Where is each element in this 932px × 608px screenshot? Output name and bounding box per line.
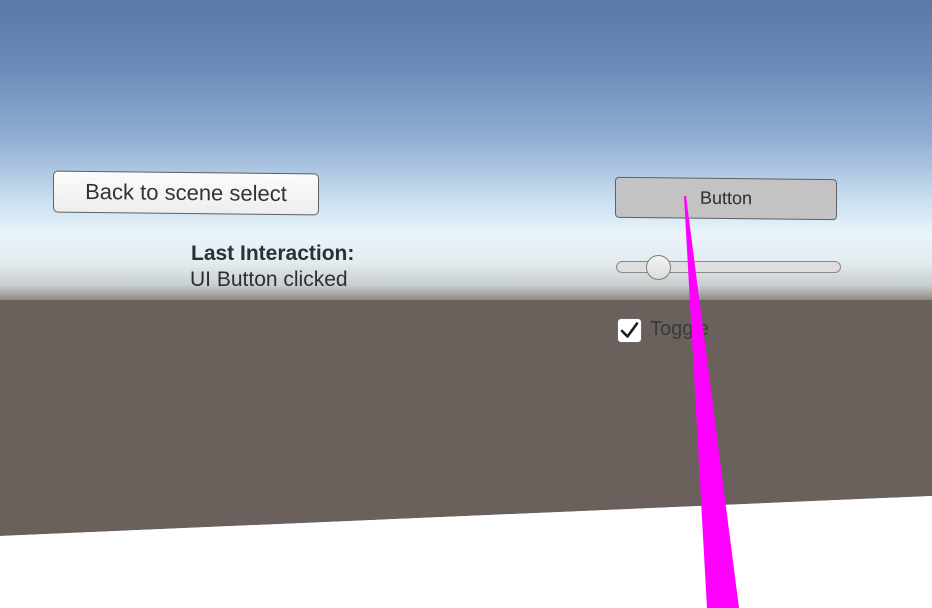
last-interaction-value: UI Button clicked [190,268,348,291]
last-interaction-title: Last Interaction: [191,242,355,265]
world-space-canvas: Back to scene select Last Interaction: U… [0,0,932,608]
toggle-checkbox[interactable] [617,318,642,343]
slider-handle[interactable] [646,255,672,280]
vr-scene: Back to scene select Last Interaction: U… [0,0,932,608]
checkmark-icon [620,322,639,338]
ui-button-label: Button [699,187,753,209]
toggle-label: Toggle [650,318,709,340]
back-button-label: Back to scene select [85,178,287,207]
back-to-scene-select-button[interactable]: Back to scene select [53,170,319,216]
ui-button[interactable]: Button [615,176,837,221]
